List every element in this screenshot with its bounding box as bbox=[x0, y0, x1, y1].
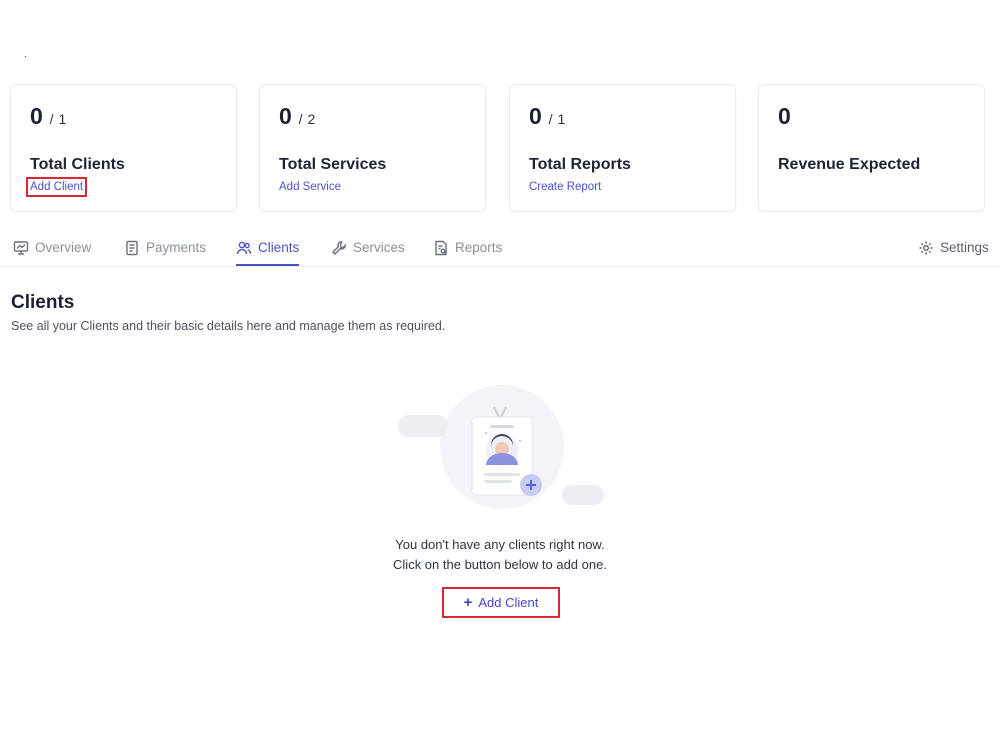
section-title: Clients bbox=[11, 292, 75, 313]
section-subtitle: See all your Clients and their basic det… bbox=[11, 319, 446, 333]
stat-value: 0 / 1 bbox=[529, 103, 566, 129]
stat-card-revenue: 0 Revenue Expected bbox=[758, 84, 985, 212]
report-icon bbox=[435, 240, 447, 256]
stat-card-services: 0 / 2 Total Services Add Service bbox=[259, 84, 486, 212]
stray-dot bbox=[25, 56, 26, 57]
stat-label: Total Reports bbox=[529, 156, 631, 173]
plus-icon: + bbox=[463, 594, 473, 611]
empty-clients-illustration bbox=[398, 385, 604, 509]
stat-label: Total Clients bbox=[30, 156, 125, 173]
tab-label: Clients bbox=[258, 240, 300, 255]
stat-card-clients: 0 / 1 Total Clients Add Client bbox=[10, 84, 237, 212]
settings-label: Settings bbox=[940, 240, 989, 255]
add-client-link[interactable]: Add Client bbox=[25, 177, 88, 197]
tab-label: Reports bbox=[455, 240, 503, 255]
stat-card-reports: 0 / 1 Total Reports Create Report bbox=[509, 84, 736, 212]
add-client-button-label: Add Client bbox=[478, 595, 539, 610]
stat-label: Total Services bbox=[279, 156, 387, 173]
receipt-icon bbox=[126, 240, 138, 256]
tab-services[interactable]: Services bbox=[331, 240, 405, 266]
tab-bar: Overview Payments Clients Services Repor… bbox=[0, 236, 1000, 267]
empty-state-message: You don't have any clients right now. bbox=[395, 537, 605, 552]
stats-cards: 0 / 1 Total Clients Add Client 0 / 2 Tot… bbox=[10, 84, 990, 214]
add-client-button[interactable]: + Add Client bbox=[442, 587, 560, 618]
tab-overview[interactable]: Overview bbox=[13, 240, 91, 266]
settings-button[interactable]: Settings bbox=[918, 240, 989, 266]
tab-clients[interactable]: Clients bbox=[236, 240, 300, 266]
wrench-icon bbox=[332, 241, 346, 255]
users-icon bbox=[236, 241, 252, 255]
empty-state-hint: Click on the button below to add one. bbox=[393, 557, 607, 572]
tab-payments[interactable]: Payments bbox=[124, 240, 206, 266]
tab-label: Overview bbox=[35, 240, 92, 255]
stat-value: 0 bbox=[778, 103, 792, 129]
add-service-link[interactable]: Add Service bbox=[279, 181, 341, 193]
stat-value: 0 / 2 bbox=[279, 103, 316, 129]
tab-label: Services bbox=[353, 240, 405, 255]
gear-icon bbox=[919, 241, 933, 255]
tab-reports[interactable]: Reports bbox=[433, 240, 502, 266]
presentation-icon bbox=[13, 241, 29, 255]
create-report-link[interactable]: Create Report bbox=[529, 181, 601, 193]
stat-value: 0 / 1 bbox=[30, 103, 67, 129]
stat-label: Revenue Expected bbox=[778, 156, 921, 173]
tab-label: Payments bbox=[146, 240, 207, 255]
